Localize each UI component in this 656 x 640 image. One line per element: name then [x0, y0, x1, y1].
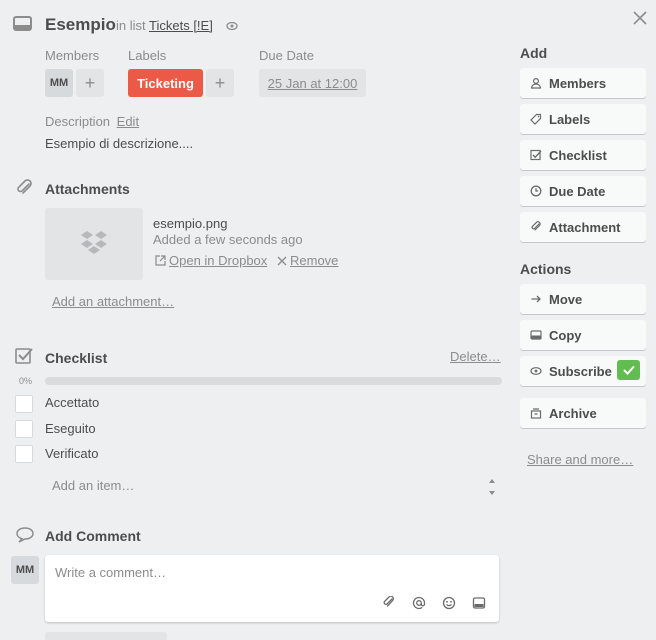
checklist-item[interactable]: Verificato [45, 446, 98, 461]
tag-icon [530, 113, 542, 125]
comment-avatar: MM [11, 556, 39, 584]
list-name-link[interactable]: Tickets [!E] [149, 18, 213, 33]
sidebar-labels-label: Labels [549, 111, 591, 127]
delete-checklist-link[interactable]: Delete… [450, 349, 501, 364]
label-ticketing[interactable]: Ticketing [128, 69, 203, 97]
person-icon [530, 77, 542, 89]
card-link-icon[interactable] [472, 596, 486, 613]
description-label: Description Edit [45, 114, 139, 129]
open-dropbox-link[interactable]: Open in Dropbox [155, 253, 267, 268]
sidebar-move-button[interactable]: Move [520, 284, 646, 314]
comment-input[interactable]: Write a comment… [45, 555, 499, 622]
add-member-button[interactable]: + [76, 69, 104, 97]
add-attachment-link[interactable]: Add an attachment… [52, 294, 174, 309]
sidebar-checklist-button[interactable]: Checklist [520, 140, 646, 170]
checklist-progress-bar [45, 377, 502, 385]
clock-icon [530, 185, 542, 197]
sidebar-labels-button[interactable]: Labels [520, 104, 646, 134]
watch-eye-icon [226, 19, 238, 34]
labels-label: Labels [128, 48, 167, 63]
remove-attachment-link[interactable]: Remove [277, 253, 338, 268]
member-avatar[interactable]: MM [45, 69, 73, 97]
checklist-item[interactable]: Accettato [45, 395, 99, 410]
open-dropbox-text[interactable]: Open in Dropbox [169, 253, 267, 268]
attach-icon[interactable] [382, 595, 396, 613]
card-title[interactable]: Esempio [45, 15, 116, 35]
emoji-icon[interactable] [442, 596, 456, 613]
checklist-item[interactable]: Eseguito [45, 421, 96, 436]
add-section-title: Add [520, 45, 548, 61]
attachment-added-time: Added a few seconds ago [153, 232, 303, 247]
close-icon[interactable] [630, 8, 650, 28]
checkbox-icon [530, 149, 542, 161]
in-list-text: in list Tickets [!E] [116, 18, 213, 33]
paperclip-icon [530, 221, 542, 233]
archive-icon [530, 407, 542, 419]
add-checklist-item-input[interactable]: Add an item… [52, 478, 134, 493]
checklist-item-checkbox[interactable] [15, 395, 33, 413]
save-comment-button[interactable] [45, 632, 167, 640]
description-edit-link[interactable]: Edit [117, 114, 139, 129]
x-icon [277, 256, 287, 266]
in-list-prefix: in list [116, 18, 146, 33]
card-icon [12, 14, 34, 34]
remove-text[interactable]: Remove [290, 253, 338, 268]
checklist-title: Checklist [45, 350, 108, 366]
comment-placeholder: Write a comment… [55, 565, 167, 580]
sidebar-checklist-label: Checklist [549, 147, 607, 163]
checklist-progress-percent: 0% [19, 376, 33, 386]
sidebar-members-label: Members [549, 75, 607, 91]
actions-section-title: Actions [520, 261, 572, 277]
attachment-filename: esempio.png [153, 216, 228, 231]
sidebar-archive-label: Archive [549, 405, 597, 421]
add-label-button[interactable]: + [206, 69, 234, 97]
attachments-title: Attachments [45, 181, 130, 197]
sidebar-attachment-button[interactable]: Attachment [520, 212, 646, 242]
checklist-item-checkbox[interactable] [15, 420, 33, 438]
checklist-icon [15, 347, 35, 368]
due-date-label: Due Date [259, 48, 314, 63]
share-and-more-link[interactable]: Share and more… [527, 452, 633, 467]
resize-arrows-icon [488, 477, 496, 500]
description-heading: Description [45, 114, 111, 129]
sidebar-members-button[interactable]: Members [520, 68, 646, 98]
sidebar-due-date-label: Due Date [549, 183, 606, 199]
dropbox-icon [79, 229, 109, 260]
comment-bubble-icon [15, 526, 35, 547]
mention-icon[interactable] [412, 596, 426, 613]
sidebar-move-label: Move [549, 291, 583, 307]
eye-icon [530, 365, 542, 377]
checklist-item-checkbox[interactable] [15, 445, 33, 463]
sidebar-due-date-button[interactable]: Due Date [520, 176, 646, 206]
sidebar-archive-button[interactable]: Archive [520, 398, 646, 428]
due-date-button[interactable]: 25 Jan at 12:00 [259, 69, 366, 97]
add-comment-title: Add Comment [45, 528, 141, 544]
sidebar-copy-label: Copy [549, 327, 582, 343]
members-label: Members [45, 48, 100, 63]
card-copy-icon [530, 329, 542, 341]
external-link-icon [155, 255, 166, 266]
arrow-right-icon [530, 293, 542, 305]
description-text[interactable]: Esempio di descrizione.... [45, 136, 193, 151]
sidebar-copy-button[interactable]: Copy [520, 320, 646, 350]
paperclip-icon [15, 179, 35, 200]
sidebar-subscribe-label: Subscribe [549, 363, 612, 379]
subscribed-check-icon [617, 360, 640, 380]
attachment-thumbnail[interactable] [45, 208, 143, 280]
sidebar-attachment-label: Attachment [549, 219, 621, 235]
